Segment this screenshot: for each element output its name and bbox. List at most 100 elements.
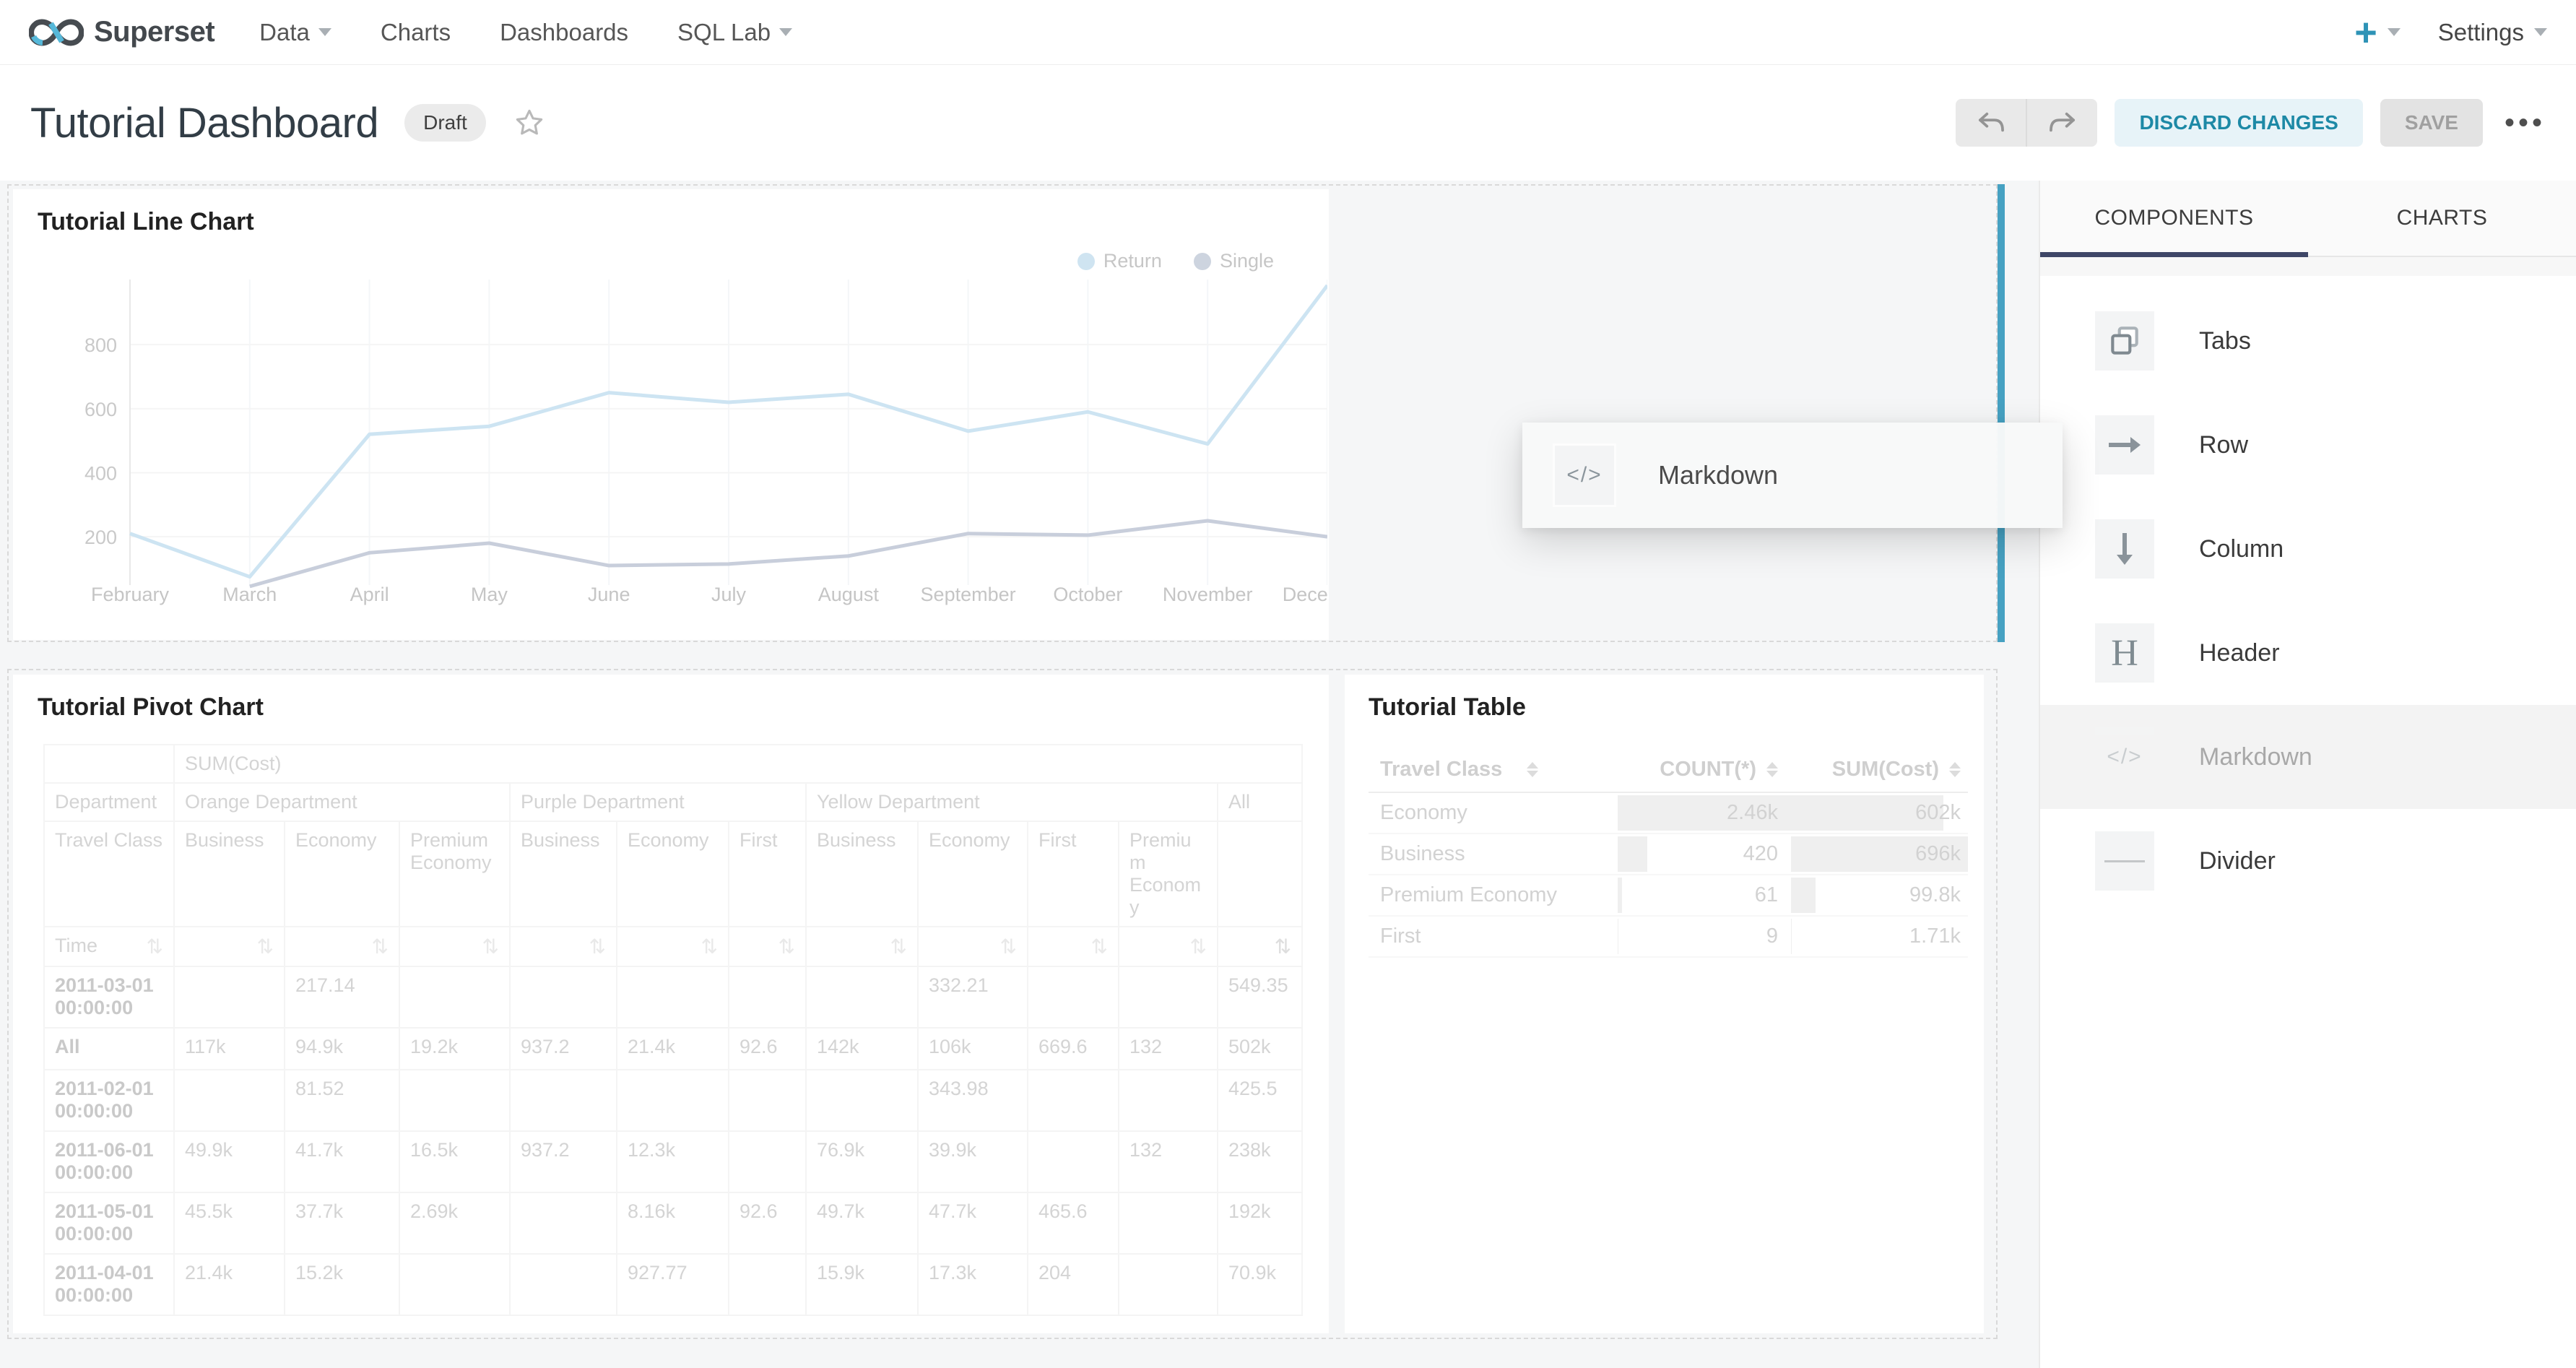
sort-icon[interactable]: ⇅: [779, 935, 795, 958]
pivot-sort-cell: ⇅: [1218, 927, 1302, 966]
pivot-cell: [729, 966, 806, 1028]
svg-text:800: 800: [84, 334, 117, 356]
pivot-table-grid: SUM(Cost)DepartmentOrange DepartmentPurp…: [43, 744, 1303, 1316]
pivot-row: 2011-02-01 00:00:0081.52343.98425.5: [44, 1070, 1302, 1131]
nav-item-data[interactable]: Data: [259, 19, 331, 46]
save-button[interactable]: SAVE: [2380, 99, 2483, 147]
brand-name: Superset: [94, 16, 214, 48]
component-item-column[interactable]: Column: [2040, 497, 2576, 601]
panel-divider-strip: [2040, 257, 2576, 276]
svg-text:July: July: [711, 584, 747, 605]
nav-item-sql-lab[interactable]: SQL Lab: [677, 19, 792, 46]
pivot-cell: 94.9k: [285, 1028, 399, 1070]
svg-text:December: December: [1283, 584, 1327, 605]
dashboard-header: Tutorial Dashboard Draft: [0, 65, 2576, 181]
pivot-cell: 669.6: [1028, 1028, 1119, 1070]
sort-icon[interactable]: ⇅: [701, 935, 718, 958]
pivot-department-header: All: [1218, 783, 1302, 821]
sort-icon[interactable]: [1949, 762, 1961, 777]
pivot-sort-cell: ⇅: [729, 927, 806, 966]
pivot-cell: 332.21: [918, 966, 1028, 1028]
pivot-class-header: First: [729, 821, 806, 927]
component-item-tabs[interactable]: Tabs: [2040, 289, 2576, 393]
pivot-cell: [1119, 1192, 1218, 1254]
sort-icon[interactable]: [1766, 762, 1778, 777]
pivot-cell: 49.9k: [174, 1131, 285, 1192]
pivot-cell: [729, 1070, 806, 1131]
pivot-metric-header: SUM(Cost): [174, 745, 1302, 783]
tab-components[interactable]: COMPONENTS: [2040, 181, 2308, 256]
builder-panel: COMPONENTS CHARTS TabsRowColumnHHeader</…: [2039, 181, 2576, 1368]
pivot-cell: [399, 1254, 510, 1315]
superset-logo[interactable]: Superset: [29, 14, 214, 51]
drag-preview-label: Markdown: [1658, 460, 1778, 490]
nav-item-charts[interactable]: Charts: [381, 19, 451, 46]
pivot-row-label: 2011-02-01 00:00:00: [44, 1070, 174, 1131]
sort-icon[interactable]: ⇅: [589, 935, 606, 958]
column-header-sum-cost[interactable]: SUM(Cost): [1791, 747, 1968, 792]
pivot-table: SUM(Cost)DepartmentOrange DepartmentPurp…: [43, 744, 1303, 1316]
pivot-cell: 927.77: [617, 1254, 729, 1315]
pivot-cell: 142k: [806, 1028, 918, 1070]
sort-icon[interactable]: ⇅: [372, 935, 389, 958]
drag-preview-markdown[interactable]: </> Markdown: [1522, 423, 2063, 528]
pivot-sort-cell: ⇅: [617, 927, 729, 966]
svg-text:400: 400: [84, 462, 117, 484]
pivot-cell: 502k: [1218, 1028, 1302, 1070]
pivot-cell: 12.3k: [617, 1131, 729, 1192]
pivot-chart-card[interactable]: Tutorial Pivot Chart SUM(Cost)Department…: [13, 675, 1329, 1333]
pivot-cell: [399, 1070, 510, 1131]
sort-icon[interactable]: ⇅: [1000, 935, 1017, 958]
pivot-cell: 39.9k: [918, 1131, 1028, 1192]
pivot-class-header: Business: [174, 821, 285, 927]
settings-menu[interactable]: Settings: [2438, 19, 2547, 46]
pivot-sort-cell: ⇅: [174, 927, 285, 966]
table-chart-card[interactable]: Tutorial Table Travel ClassCOUNT(*)SUM(C…: [1345, 675, 1984, 1333]
pivot-cell: [510, 966, 617, 1028]
pivot-department-header: Purple Department: [510, 783, 806, 821]
tab-charts[interactable]: CHARTS: [2308, 181, 2576, 256]
sort-icon[interactable]: ⇅: [257, 935, 274, 958]
component-item-divider[interactable]: Divider: [2040, 809, 2576, 913]
pivot-row-label: 2011-06-01 00:00:00: [44, 1131, 174, 1192]
component-label: Divider: [2199, 847, 2276, 875]
pivot-cell: 76.9k: [806, 1131, 918, 1192]
pivot-cell: 549.35: [1218, 966, 1302, 1028]
pivot-cell: [510, 1070, 617, 1131]
sort-icon[interactable]: ⇅: [147, 935, 163, 958]
pivot-cell: [729, 1254, 806, 1315]
discard-changes-button[interactable]: DISCARD CHANGES: [2115, 99, 2362, 147]
component-item-header[interactable]: HHeader: [2040, 601, 2576, 705]
redo-button[interactable]: [2026, 99, 2097, 147]
pivot-cell: 47.7k: [918, 1192, 1028, 1254]
undo-button[interactable]: [1956, 99, 2026, 147]
pivot-row: All117k94.9k19.2k937.221.4k92.6142k106k6…: [44, 1028, 1302, 1070]
line-chart-plot: 200400600800FebruaryMarchAprilMayJuneJul…: [35, 261, 1327, 615]
column-header-count[interactable]: COUNT(*): [1618, 747, 1791, 792]
sort-icon[interactable]: ⇅: [1091, 935, 1108, 958]
sort-icon[interactable]: ⇅: [1190, 935, 1207, 958]
sort-icon[interactable]: ⇅: [890, 935, 907, 958]
column-header-travel-class[interactable]: Travel Class: [1369, 747, 1618, 792]
sort-icon[interactable]: [1527, 762, 1538, 777]
component-item-markdown[interactable]: </>Markdown: [2040, 705, 2576, 809]
pivot-time-header[interactable]: Time⇅: [44, 927, 174, 966]
pivot-class-header: First: [1028, 821, 1119, 927]
more-options-button[interactable]: •••: [2505, 107, 2546, 139]
component-item-row[interactable]: Row: [2040, 393, 2576, 497]
new-item-button[interactable]: +: [2354, 13, 2401, 52]
line-chart-card[interactable]: Tutorial Line Chart ReturnSingle 2004006…: [13, 189, 1329, 640]
page-title[interactable]: Tutorial Dashboard: [30, 99, 378, 147]
sort-icon[interactable]: ⇅: [482, 935, 499, 958]
undo-icon: [1976, 111, 2006, 135]
nav-item-dashboards[interactable]: Dashboards: [500, 19, 628, 46]
drop-indicator-line: [1998, 184, 2005, 642]
pivot-cell: 217.14: [285, 966, 399, 1028]
component-list: TabsRowColumnHHeader</>Markdown Divider: [2040, 276, 2576, 913]
pivot-row-label: 2011-05-01 00:00:00: [44, 1192, 174, 1254]
pivot-cell: 117k: [174, 1028, 285, 1070]
table-cell-class: First: [1369, 917, 1618, 956]
sort-icon[interactable]: ⇅: [1275, 935, 1291, 958]
chart-title: Tutorial Table: [1369, 693, 1526, 722]
favorite-star-icon[interactable]: [513, 108, 545, 138]
